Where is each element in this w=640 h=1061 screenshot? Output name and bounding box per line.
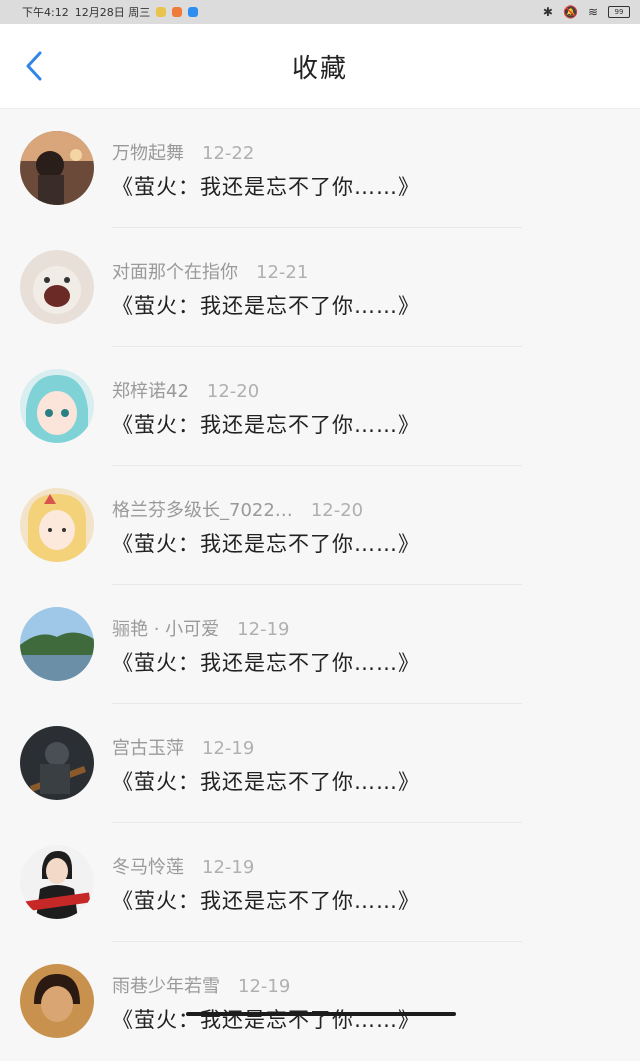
user-name[interactable]: 格兰芬多级长_7022… <box>112 500 293 521</box>
list-item[interactable]: 郑梓诺42 12-20 《萤火：我还是忘不了你……》 <box>0 347 640 466</box>
page-title: 收藏 <box>291 53 348 84</box>
avatar[interactable] <box>20 250 94 324</box>
item-meta: 骊艳 · 小可爱 12-19 <box>112 615 289 641</box>
avatar[interactable] <box>20 131 94 205</box>
list-item[interactable]: 骊艳 · 小可爱 12-19 《萤火：我还是忘不了你……》 <box>0 585 640 704</box>
user-name[interactable]: 雨巷少年若雪 <box>112 976 220 997</box>
mute-icon: 🔕 <box>562 5 578 19</box>
item-date: 12-19 <box>237 619 290 640</box>
home-indicator[interactable] <box>0 1012 640 1018</box>
item-text[interactable]: 《萤火：我还是忘不了你……》 <box>112 171 420 201</box>
item-meta: 冬马怜莲 12-19 <box>112 853 254 879</box>
item-date: 12-20 <box>206 381 260 402</box>
user-name[interactable]: 对面那个在指你 <box>112 262 238 283</box>
item-text[interactable]: 《萤火：我还是忘不了你……》 <box>112 885 420 915</box>
item-date: 12-19 <box>202 738 255 759</box>
item-text[interactable]: 《萤火：我还是忘不了你……》 <box>112 290 420 320</box>
item-text[interactable]: 《萤火：我还是忘不了你……》 <box>112 766 420 796</box>
item-date: 12-20 <box>310 500 364 521</box>
battery-icon: 99 <box>608 6 630 18</box>
user-name[interactable]: 冬马怜莲 <box>112 857 184 878</box>
list-item[interactable]: 冬马怜莲 12-19 《萤火：我还是忘不了你……》 <box>0 823 640 942</box>
item-meta: 万物起舞 12-22 <box>112 139 254 165</box>
app-notification-icon <box>188 7 199 17</box>
list-item[interactable]: 万物起舞 12-22 《萤火：我还是忘不了你……》 <box>0 109 640 228</box>
user-name[interactable]: 郑梓诺42 <box>112 381 189 402</box>
list-item[interactable]: 雨巷少年若雪 12-19 《萤火：我还是忘不了你……》 <box>0 942 640 1061</box>
header: 收藏 <box>0 24 640 109</box>
item-text[interactable]: 《萤火：我还是忘不了你……》 <box>112 409 420 439</box>
favorites-list: 万物起舞 12-22 《萤火：我还是忘不了你……》 对面那个在指你 12-21 《萤… <box>0 109 640 1061</box>
status-date: 12月28日 周三 <box>74 6 151 19</box>
list-item[interactable]: 格兰芬多级长_7022… 12-20 《萤火：我还是忘不了你……》 <box>0 466 640 585</box>
status-time: 下午4:12 <box>22 6 69 19</box>
avatar[interactable] <box>20 607 94 681</box>
avatar[interactable] <box>20 726 94 800</box>
item-date: 12-19 <box>202 857 255 878</box>
user-name[interactable]: 宫古玉萍 <box>112 738 184 759</box>
avatar[interactable] <box>20 369 94 443</box>
avatar[interactable] <box>20 488 94 562</box>
list-item[interactable]: 对面那个在指你 12-21 《萤火：我还是忘不了你……》 <box>0 228 640 347</box>
wifi-icon: ≋ <box>587 5 598 19</box>
item-meta: 宫古玉萍 12-19 <box>112 734 254 760</box>
item-date: 12-22 <box>202 143 255 164</box>
user-name[interactable]: 万物起舞 <box>112 143 184 164</box>
status-bar: 下午4:12 12月28日 周三 ✱ 🔕 ≋ 99 <box>0 0 640 24</box>
list-item[interactable]: 宫古玉萍 12-19 《萤火：我还是忘不了你……》 <box>0 704 640 823</box>
item-meta: 郑梓诺42 12-20 <box>112 377 259 403</box>
avatar[interactable] <box>20 964 94 1038</box>
back-button[interactable] <box>18 50 50 82</box>
chevron-left-icon <box>26 51 42 81</box>
item-meta: 对面那个在指你 12-21 <box>112 258 308 284</box>
app-notification-icon <box>156 7 167 17</box>
item-meta: 雨巷少年若雪 12-19 <box>112 972 290 998</box>
bluetooth-icon: ✱ <box>542 5 553 19</box>
item-date: 12-21 <box>256 262 309 283</box>
app-notification-icon <box>172 7 183 17</box>
item-text[interactable]: 《萤火：我还是忘不了你……》 <box>112 647 420 677</box>
user-name[interactable]: 骊艳 · 小可爱 <box>112 619 219 640</box>
item-text[interactable]: 《萤火：我还是忘不了你……》 <box>112 1004 420 1034</box>
item-meta: 格兰芬多级长_7022… 12-20 <box>112 496 363 522</box>
avatar[interactable] <box>20 845 94 919</box>
item-text[interactable]: 《萤火：我还是忘不了你……》 <box>112 528 420 558</box>
item-date: 12-19 <box>238 976 291 997</box>
